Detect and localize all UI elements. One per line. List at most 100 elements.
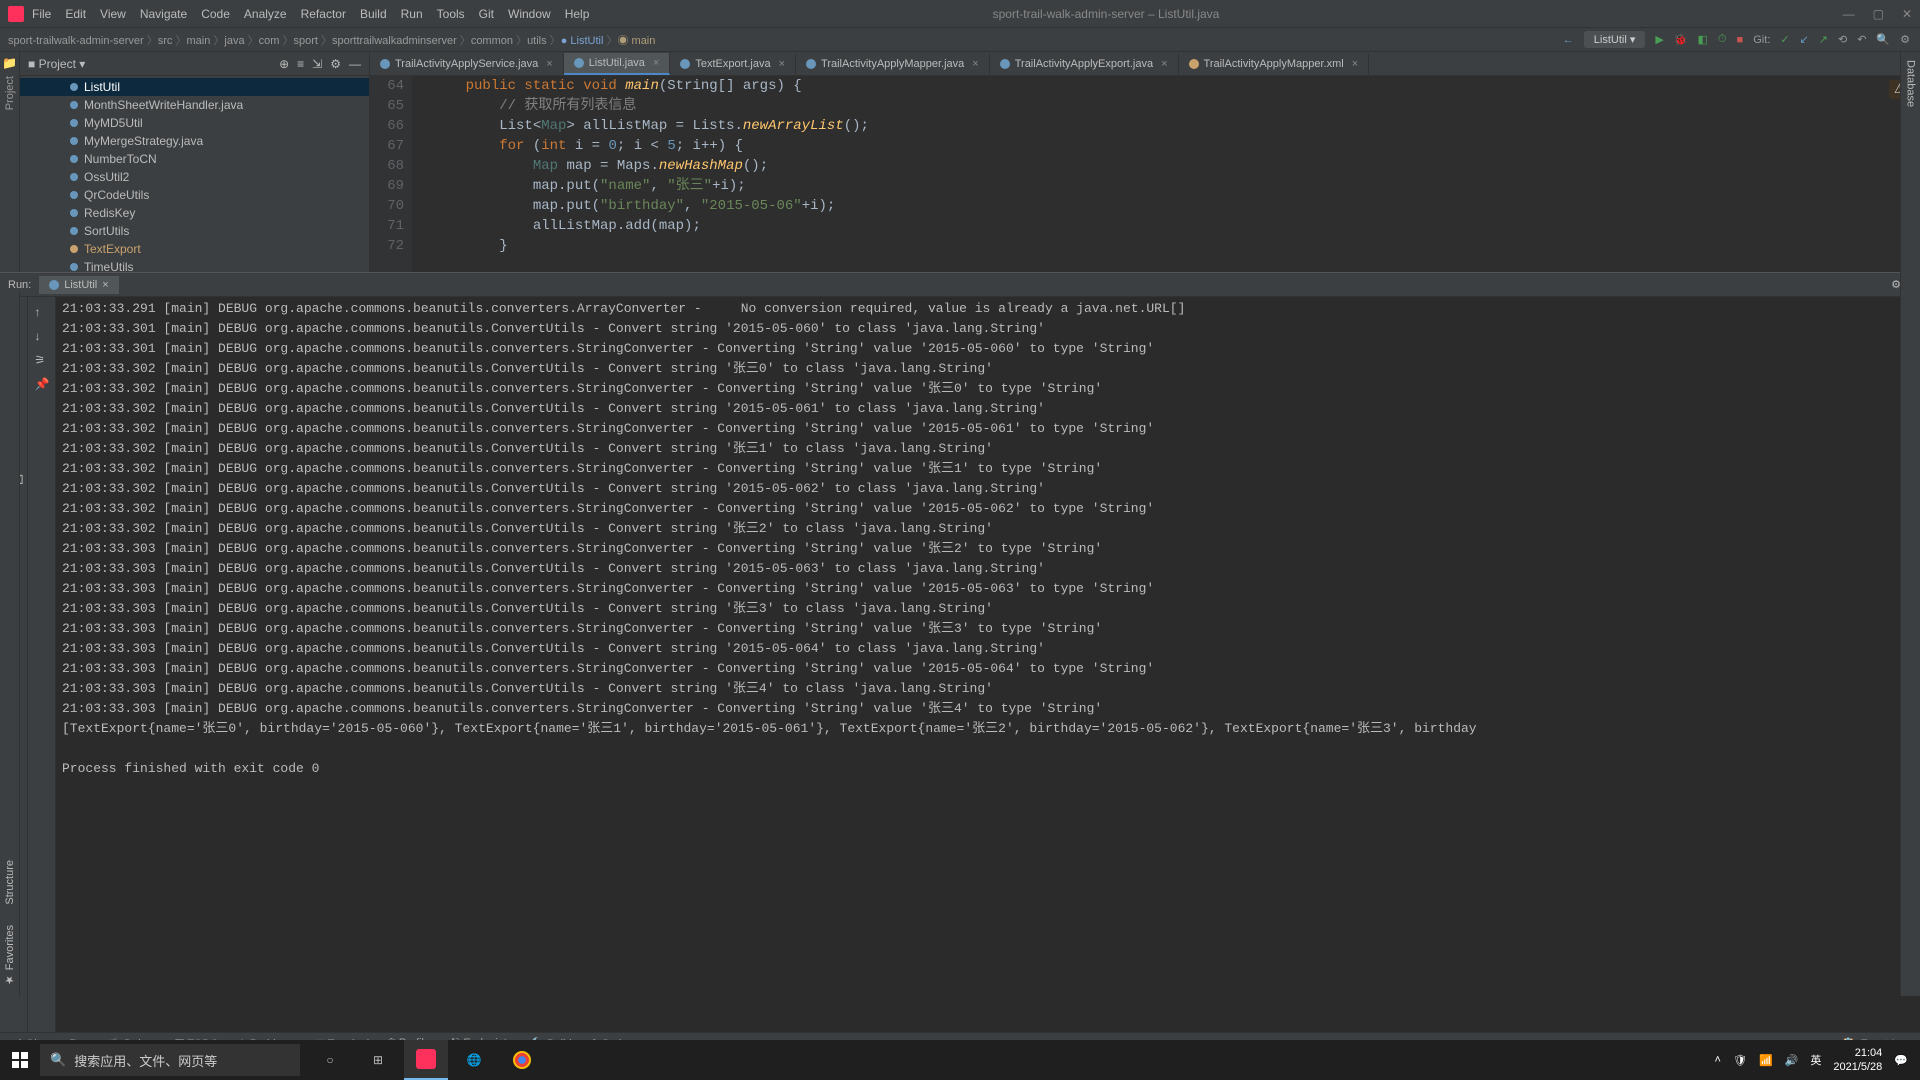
breadcrumb-item[interactable]: com [259,35,280,47]
wifi-icon[interactable]: 📶 [1759,1054,1773,1067]
left-tool-stripe: 📁 Project [0,52,20,272]
project-tool-icon[interactable]: 📁 [2,56,17,70]
tree-item[interactable]: MyMD5Util [20,114,369,132]
collapse-all-icon[interactable]: ⇲ [312,57,322,71]
project-tool-label[interactable]: Project [4,76,16,110]
stop-icon[interactable]: ■ [1737,34,1744,46]
breadcrumb-item[interactable]: sporttrailwalkadminserver [332,35,457,47]
close-tab-icon[interactable]: × [102,279,108,291]
maximize-icon[interactable]: ▢ [1873,7,1884,21]
favorites-tool[interactable]: ★ Favorites [3,925,16,986]
run-panel-label: Run: [8,279,31,291]
file-type-icon [1000,59,1010,69]
start-button[interactable] [0,1040,40,1080]
app-edge[interactable]: 🌐 [452,1040,496,1080]
editor-code[interactable]: public static void main(String[] args) {… [412,76,1900,272]
close-tab-icon[interactable]: × [546,58,552,70]
editor-tab[interactable]: TrailActivityApplyMapper.java× [796,54,990,74]
breadcrumb-item[interactable]: utils [527,35,547,47]
search-everywhere-icon[interactable]: 🔍 [1876,33,1890,46]
nav-back-icon[interactable]: ← [1563,34,1574,46]
git-update-icon[interactable]: ↙ [1800,33,1809,46]
menu-navigate[interactable]: Navigate [140,7,187,21]
up-icon[interactable]: ↑ [35,305,49,319]
tree-item[interactable]: RedisKey [20,204,369,222]
security-icon[interactable]: 🛡 [1733,1054,1747,1067]
menu-view[interactable]: View [100,7,126,21]
run-icon[interactable]: ▶ [1655,33,1663,46]
project-dropdown[interactable]: ■ Project ▾ [28,57,85,71]
right-tool-stripe: Database [1900,52,1920,996]
project-tree[interactable]: ListUtilMonthSheetWriteHandler.javaMyMD5… [20,76,369,272]
ime-indicator[interactable]: 英 [1810,1052,1821,1068]
breadcrumb-method[interactable]: ◉ main [617,35,655,47]
minimize-icon[interactable]: — [1843,7,1855,21]
breadcrumb-item[interactable]: common [471,35,513,47]
close-tab-icon[interactable]: × [972,58,978,70]
app-intellij[interactable] [404,1040,448,1080]
editor-tab[interactable]: TextExport.java× [670,54,796,74]
windows-taskbar: 🔍 搜索应用、文件、网页等 ○ ⊞ 🌐 ˄ 🛡 📶 🔊 英 21:04 2021… [0,1040,1920,1080]
breadcrumb-item[interactable]: sport [294,35,318,47]
profile-icon[interactable]: ⏱ [1718,33,1727,46]
taskbar-search[interactable]: 🔍 搜索应用、文件、网页等 [40,1044,300,1076]
cortana-icon[interactable]: ○ [308,1040,352,1080]
editor-tab[interactable]: TrailActivityApplyMapper.xml× [1179,54,1370,74]
menu-analyze[interactable]: Analyze [244,7,287,21]
notifications-icon[interactable]: 💬 [1894,1054,1908,1067]
editor-tab[interactable]: TrailActivityApplyService.java× [370,54,564,74]
app-logo-icon [8,6,24,22]
coverage-icon[interactable]: ◧ [1698,33,1708,46]
run-tab[interactable]: ListUtil × [39,276,118,294]
debug-icon[interactable]: 🐞 [1674,33,1688,46]
editor-tab[interactable]: TrailActivityApplyExport.java× [990,54,1179,74]
tree-item[interactable]: TextExport [20,240,369,258]
down-icon[interactable]: ↓ [35,329,49,343]
tree-item[interactable]: NumberToCN [20,150,369,168]
hide-panel-icon[interactable]: — [349,57,361,71]
tree-item[interactable]: QrCodeUtils [20,186,369,204]
close-tab-icon[interactable]: × [1161,58,1167,70]
breadcrumb-item[interactable]: main [187,35,211,47]
git-commit-icon[interactable]: ✓ [1780,33,1789,46]
filter-icon[interactable]: ⚞ [35,353,49,367]
tree-item[interactable]: ListUtil [20,78,369,96]
console-output[interactable]: 21:03:33.291 [main] DEBUG org.apache.com… [56,297,1920,1032]
file-type-icon [574,58,584,68]
app-chrome[interactable] [500,1040,544,1080]
file-type-icon [806,59,816,69]
close-tab-icon[interactable]: × [653,57,659,69]
clock[interactable]: 21:04 2021/5/28 [1833,1046,1882,1074]
menu-code[interactable]: Code [201,7,230,21]
structure-tool[interactable]: Structure [4,860,16,905]
breadcrumb-item[interactable]: java [224,35,244,47]
tree-item[interactable]: TimeUtils [20,258,369,272]
pin-icon[interactable]: 📌 [35,377,49,391]
gear-icon[interactable]: ⚙ [330,57,341,71]
git-history-icon[interactable]: ⟲ [1838,33,1847,46]
breadcrumb-item[interactable]: sport-trailwalk-admin-server [8,35,144,47]
settings-icon[interactable]: ⚙ [1900,33,1910,46]
tree-item[interactable]: SortUtils [20,222,369,240]
breadcrumb-file[interactable]: ● ListUtil [561,35,604,47]
database-tool[interactable]: Database [1905,60,1917,107]
menu-file[interactable]: File [32,7,51,21]
select-opened-icon[interactable]: ⊕ [279,57,289,71]
tray-chevron-icon[interactable]: ˄ [1715,1054,1721,1066]
expand-all-icon[interactable]: ≡ [297,57,304,71]
git-revert-icon[interactable]: ↶ [1857,33,1866,46]
tree-item[interactable]: MyMergeStrategy.java [20,132,369,150]
git-push-icon[interactable]: ↗ [1819,33,1828,46]
breadcrumb-item[interactable]: src [158,35,173,47]
menu-refactor[interactable]: Refactor [301,7,346,21]
run-config-selector[interactable]: ListUtil ▾ [1584,31,1646,48]
editor-tab[interactable]: ListUtil.java× [564,53,671,75]
tree-item[interactable]: OssUtil2 [20,168,369,186]
close-icon[interactable]: ✕ [1902,7,1912,21]
menu-edit[interactable]: Edit [65,7,86,21]
volume-icon[interactable]: 🔊 [1785,1054,1799,1067]
close-tab-icon[interactable]: × [1352,58,1358,70]
task-view-icon[interactable]: ⊞ [356,1040,400,1080]
tree-item[interactable]: MonthSheetWriteHandler.java [20,96,369,114]
close-tab-icon[interactable]: × [779,58,785,70]
